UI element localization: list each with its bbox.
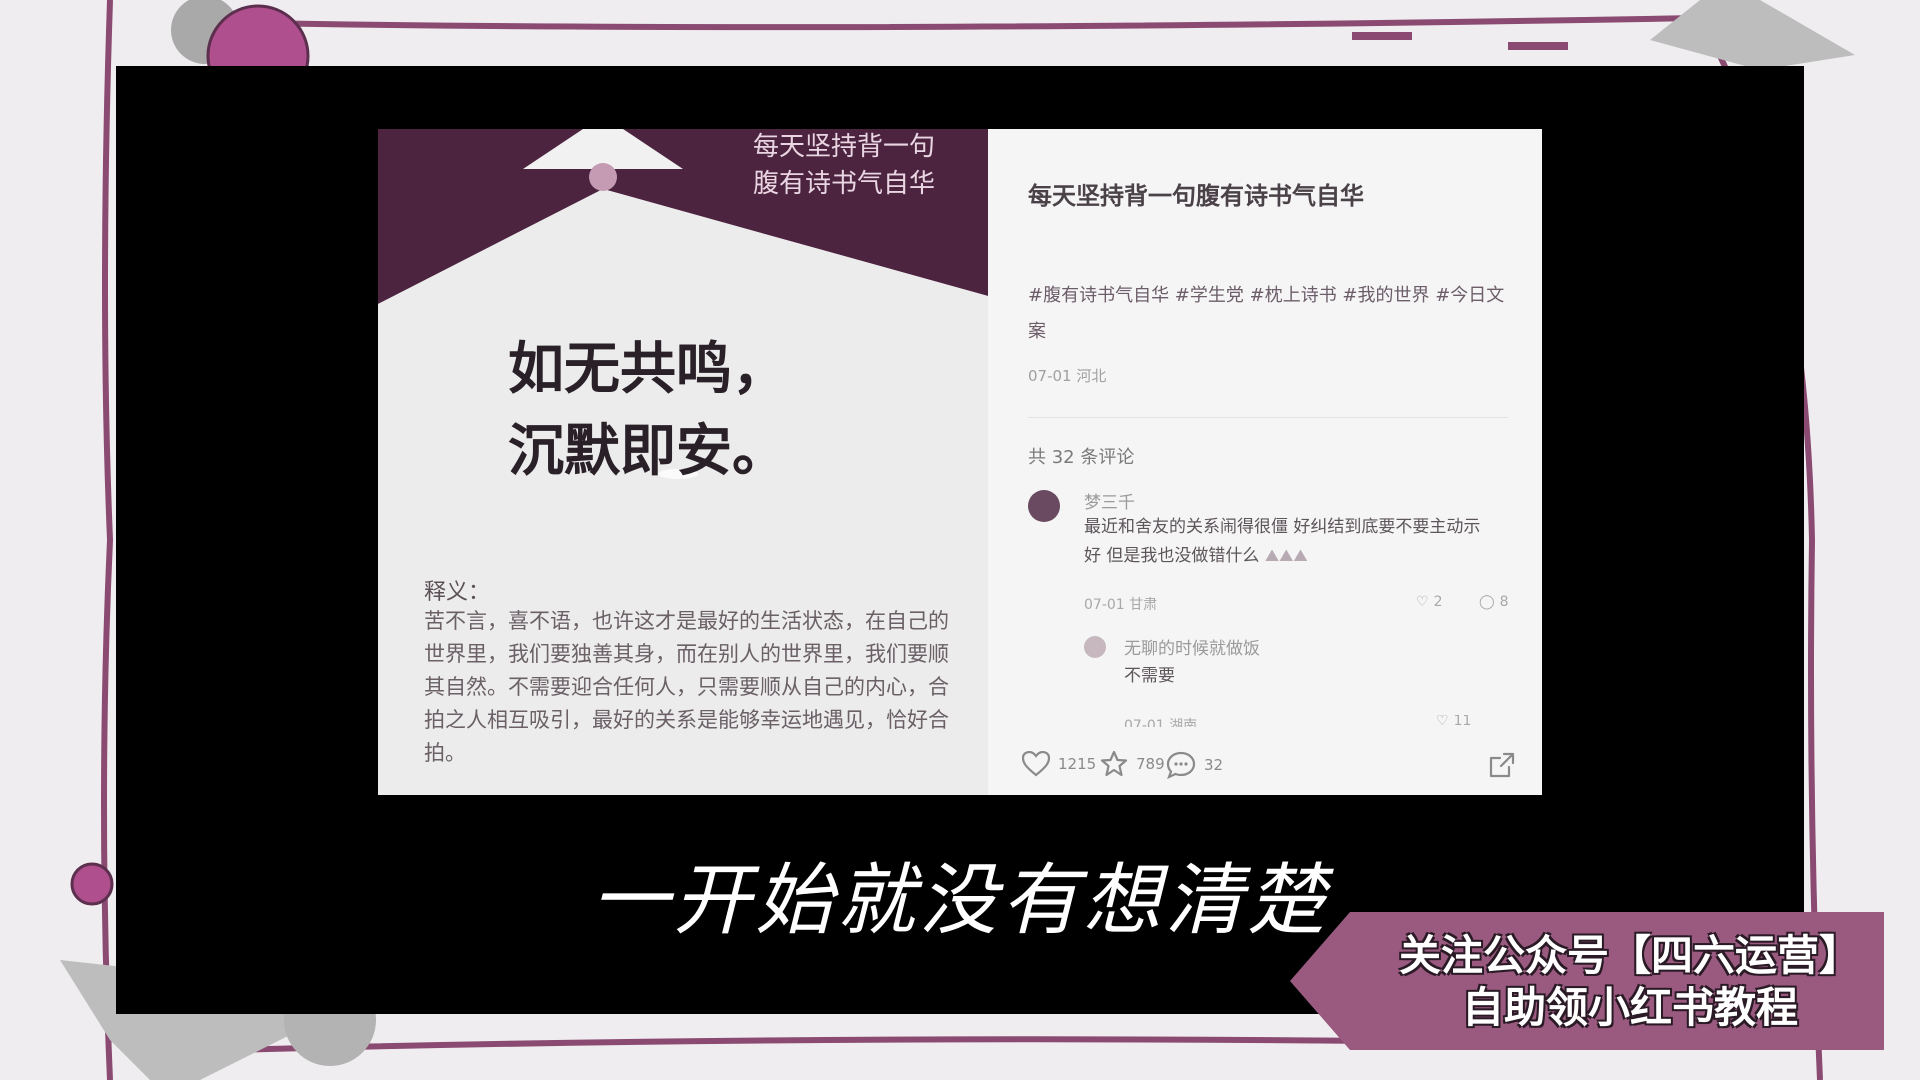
- comment-meta: 07-01 甘肃: [1084, 597, 1158, 613]
- comment-like-count: 11: [1453, 715, 1472, 727]
- share-button[interactable]: [1488, 751, 1516, 779]
- comment-like-count: 2: [1433, 594, 1443, 610]
- like-button[interactable]: 1215: [1022, 751, 1096, 777]
- comment-reply-count: 8: [1499, 594, 1509, 610]
- comment-text-line1: 最近和舍友的关系闹得很僵 好纠结到底要不要主动示: [1084, 517, 1481, 537]
- post-cover-image: 每天坚持背一句 腹有诗书气自华 如无共鸣， 沉默即安。 释义： 苦不言，喜不语，…: [378, 129, 988, 795]
- post-date-location: 07-01 河北: [1028, 367, 1107, 385]
- cover-quote: 如无共鸣， 沉默即安。: [508, 329, 788, 493]
- avatar[interactable]: [1028, 490, 1060, 522]
- explain-title: 释义：: [424, 580, 491, 605]
- comment-text: 最近和舍友的关系闹得很僵 好纠结到底要不要主动示 好 但是我也没做错什么 ⛰⛰⛰: [1084, 513, 1524, 571]
- cover-heading-line2: 腹有诗书气自华: [753, 169, 936, 199]
- speech-bubble-icon: ◯: [1479, 594, 1495, 610]
- promo-banner: 关注公众号【四六运营】 自助领小红书教程: [1290, 912, 1884, 1050]
- comment-author[interactable]: 梦三千: [1084, 488, 1135, 513]
- avatar[interactable]: [1084, 636, 1106, 658]
- post-screenshot: 每天坚持背一句 腹有诗书气自华 如无共鸣， 沉默即安。 释义： 苦不言，喜不语，…: [378, 129, 1542, 795]
- promo-line2: 自助领小红书教程: [1461, 983, 1798, 1032]
- collect-button[interactable]: 789: [1100, 751, 1165, 777]
- promo-text: 关注公众号【四六运营】 自助领小红书教程: [1380, 930, 1880, 1034]
- heart-icon: [1022, 751, 1050, 777]
- divider: [1028, 417, 1508, 418]
- promo-line1: 关注公众号【四六运营】: [1398, 931, 1861, 980]
- comment-reply-button[interactable]: ◯ 8: [1479, 594, 1509, 610]
- comment-meta: 07-01 湖南: [1124, 718, 1198, 727]
- comment-text-line2: 好 但是我也没做错什么 ⛰⛰⛰: [1084, 542, 1524, 571]
- explain-body: 苦不言，喜不语，也许这才是最好的生活状态，在自己的世界里，我们要独善其身，而在别…: [424, 609, 949, 765]
- post-tags[interactable]: #腹有诗书气自华 #学生党 #枕上诗书 #我的世界 #今日文案: [1028, 278, 1518, 350]
- like-count: 1215: [1058, 755, 1097, 773]
- comment-like-button[interactable]: ♡ 2: [1416, 594, 1442, 610]
- star-icon: [1100, 751, 1128, 777]
- comment-text-line2-text: 好 但是我也没做错什么: [1084, 546, 1260, 566]
- comment-total: 32: [1204, 756, 1224, 774]
- comment-text: 不需要: [1124, 666, 1175, 686]
- comment-count: 共 32 条评论: [1028, 447, 1135, 468]
- comment-button[interactable]: 32: [1166, 751, 1223, 779]
- action-bar: 1215 789 32: [988, 733, 1542, 795]
- collect-count: 789: [1136, 755, 1165, 773]
- comment-like-button[interactable]: ♡ 11: [1436, 715, 1471, 727]
- cover-heading-line1: 每天坚持背一句: [753, 132, 936, 162]
- quote-line2: 沉默即安。: [508, 419, 788, 484]
- heart-icon: ♡: [1436, 715, 1449, 727]
- heart-icon: ♡: [1416, 594, 1429, 610]
- comment-icon: [1166, 751, 1196, 779]
- comment-author[interactable]: 无聊的时候就做饭: [1124, 634, 1260, 659]
- quote-line1: 如无共鸣，: [508, 337, 788, 402]
- post-detail-panel: 每天坚持背一句腹有诗书气自华 #腹有诗书气自华 #学生党 #枕上诗书 #我的世界…: [988, 129, 1542, 795]
- share-icon: [1489, 752, 1515, 778]
- emoji-icon: ⛰⛰⛰: [1264, 546, 1308, 566]
- cover-heading: 每天坚持背一句 腹有诗书气自华: [753, 129, 983, 203]
- post-title: 每天坚持背一句腹有诗书气自华: [1028, 182, 1364, 210]
